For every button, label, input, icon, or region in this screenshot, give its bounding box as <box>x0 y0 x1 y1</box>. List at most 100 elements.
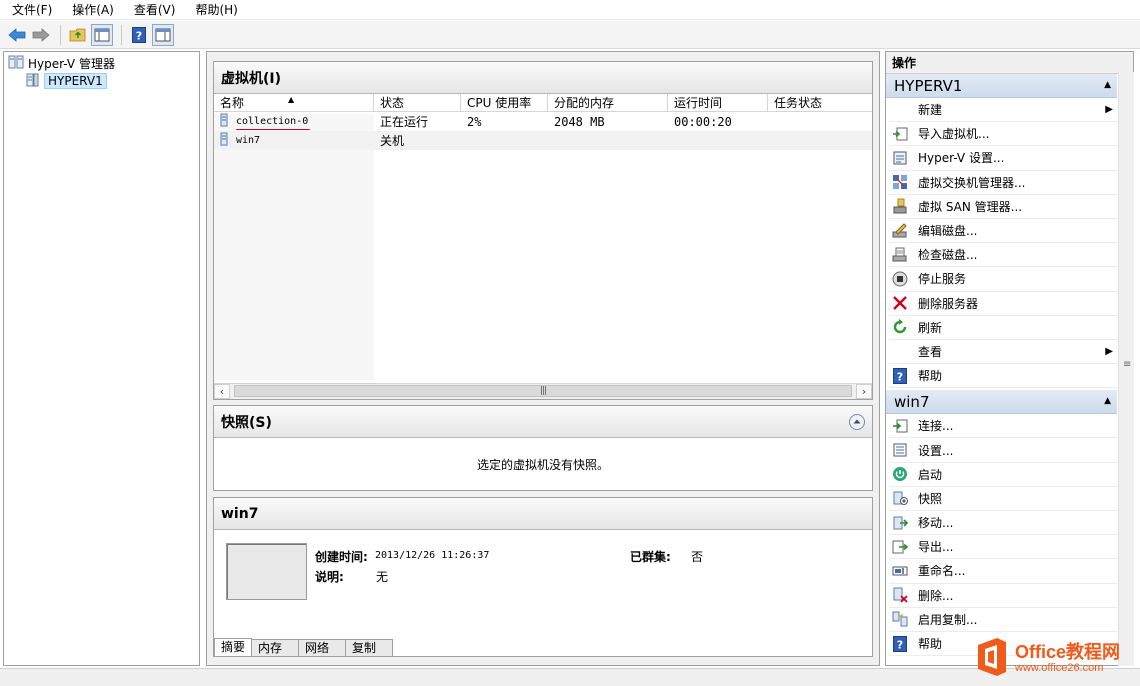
tab-network[interactable]: 网络 <box>298 639 347 656</box>
action-item[interactable]: 编辑磁盘... <box>889 219 1117 244</box>
action-label: 启用复制... <box>918 612 978 627</box>
snapshot-icon <box>891 490 909 506</box>
menu-view[interactable]: 查看(V) <box>122 1 184 18</box>
col-memory[interactable]: 分配的内存 <box>548 94 668 111</box>
action-item[interactable]: 导出... <box>889 535 1117 560</box>
scroll-track[interactable]: ||| <box>230 384 856 399</box>
inspect-disk-icon <box>891 247 909 263</box>
action-item[interactable]: Hyper-V 设置... <box>889 146 1117 171</box>
snapshot-empty-text: 选定的虚拟机没有快照。 <box>476 457 609 472</box>
scroll-right-icon[interactable]: › <box>856 384 872 399</box>
help-toolbar-icon[interactable]: ? <box>128 24 150 46</box>
watermark-line1: Office教程网 <box>1015 642 1121 662</box>
col-task-status[interactable]: 任务状态 <box>768 94 872 111</box>
tree-hyperv1-label: HYPERV1 <box>44 73 107 89</box>
vm-status: 关机 <box>380 134 405 148</box>
section-header-vm[interactable]: win7 ▲ <box>886 390 1117 415</box>
col-status[interactable]: 状态 <box>374 94 461 111</box>
clustered-value: 否 <box>691 550 704 564</box>
action-item[interactable]: 停止服务 <box>889 267 1117 292</box>
collapse-caret-icon[interactable]: ▲ <box>1104 80 1111 90</box>
action-item[interactable]: 删除... <box>889 584 1117 608</box>
tree-item-root[interactable]: Hyper-V 管理器 <box>4 54 199 72</box>
export-icon <box>891 539 909 555</box>
scroll-left-icon[interactable]: ‹ <box>214 384 230 399</box>
action-item[interactable]: 刷新 <box>889 316 1117 340</box>
action-item[interactable]: 移动... <box>889 511 1117 536</box>
action-pane-scrollbar[interactable]: ≡ <box>1118 72 1134 666</box>
action-item[interactable]: 删除服务器 <box>889 292 1117 316</box>
action-item[interactable]: 查看 ▶ <box>889 340 1117 365</box>
edit-disk-icon <box>891 222 909 239</box>
vm-icon <box>220 132 228 149</box>
action-label: 导出... <box>918 540 954 555</box>
tree-root-label: Hyper-V 管理器 <box>28 56 115 71</box>
table-row[interactable]: collection-0 正在运行 2% 2048 MB 00:00:20 <box>214 112 872 131</box>
action-label: 停止服务 <box>918 272 967 287</box>
toolbar-separator <box>60 24 61 45</box>
action-item[interactable]: 快照 <box>889 487 1117 511</box>
created-value: 2013/12/26 11:26:37 <box>375 550 490 561</box>
menu-help[interactable]: 帮助(H) <box>183 1 245 18</box>
status-bar <box>0 668 1140 686</box>
col-uptime[interactable]: 运行时间 <box>668 94 768 111</box>
action-item[interactable]: 检查磁盘... <box>889 243 1117 268</box>
delete-x-icon <box>891 295 909 311</box>
tab-memory[interactable]: 内存 <box>251 639 300 656</box>
annotation-underline <box>236 129 310 130</box>
action-label: 检查磁盘... <box>918 248 978 263</box>
action-item[interactable]: 设置... <box>889 438 1117 463</box>
horizontal-scrollbar[interactable]: ‹ ||| › <box>214 383 872 399</box>
tab-summary[interactable]: 摘要 <box>214 638 253 656</box>
show-tree-icon[interactable] <box>91 23 113 46</box>
action-item[interactable]: 重命名... <box>889 559 1117 584</box>
watermark-logo: Office教程网 www.office26.com <box>975 632 1135 684</box>
detail-tabs: 摘要 内存 网络 复制 <box>214 638 394 656</box>
show-action-pane-icon[interactable] <box>152 23 174 46</box>
connect-icon <box>891 418 909 434</box>
action-item[interactable]: 启用复制... <box>889 608 1117 632</box>
submenu-arrow-icon: ▶ <box>1105 345 1113 357</box>
switch-icon <box>891 174 909 190</box>
action-label: 快照 <box>918 491 943 506</box>
vm-uptime: 00:00:20 <box>674 114 732 129</box>
action-label: 设置... <box>918 443 954 458</box>
collapse-caret-icon[interactable]: ▲ <box>1104 396 1111 406</box>
import-icon <box>891 126 909 142</box>
back-icon[interactable] <box>6 24 28 46</box>
action-item[interactable]: 连接... <box>889 414 1117 439</box>
center-pane: 虚拟机(I) 名称 ▲ 状态 CPU 使用率 分配的内存 运行时间 任务状态 c… <box>206 51 880 666</box>
action-item[interactable]: 启动 <box>889 463 1117 487</box>
col-name[interactable]: 名称 ▲ <box>214 94 374 111</box>
collapse-icon[interactable] <box>848 413 866 435</box>
stop-icon <box>891 271 909 287</box>
folder-up-icon[interactable] <box>67 24 89 46</box>
action-item[interactable]: 新建 ▶ <box>889 98 1117 123</box>
tab-replication[interactable]: 复制 <box>345 639 394 656</box>
action-label: 导入虚拟机... <box>918 127 990 142</box>
vm-thumbnail <box>226 543 307 600</box>
forward-icon[interactable] <box>30 24 52 46</box>
action-item[interactable]: 导入虚拟机... <box>889 122 1117 147</box>
action-label: 删除... <box>918 588 954 603</box>
col-cpu[interactable]: CPU 使用率 <box>461 94 548 111</box>
action-label: 虚拟交换机管理器... <box>918 175 1026 190</box>
scroll-thumb[interactable]: ||| <box>234 385 852 397</box>
menu-action[interactable]: 操作(A) <box>60 1 122 18</box>
description-value: 无 <box>376 570 389 584</box>
table-row[interactable]: win7 关机 <box>214 131 872 150</box>
sort-ascending-icon: ▲ <box>288 95 295 104</box>
menu-file[interactable]: 文件(F) <box>0 1 60 18</box>
scroll-grip-icon[interactable]: ≡ <box>1123 359 1131 370</box>
action-label: 删除服务器 <box>918 296 979 311</box>
action-item[interactable]: ? 帮助 <box>889 364 1117 389</box>
tree-item-hyperv1[interactable]: HYPERV1 <box>4 72 199 90</box>
svg-text:?: ? <box>136 29 142 42</box>
action-label: 移动... <box>918 516 954 531</box>
section-header-host[interactable]: HYPERV1 ▲ <box>886 74 1117 98</box>
action-item[interactable]: 虚拟交换机管理器... <box>889 171 1117 195</box>
help-icon: ? <box>891 367 909 384</box>
clustered-label: 已群集: <box>630 550 671 564</box>
action-item[interactable]: 虚拟 SAN 管理器... <box>889 195 1117 219</box>
settings-icon <box>891 150 909 166</box>
